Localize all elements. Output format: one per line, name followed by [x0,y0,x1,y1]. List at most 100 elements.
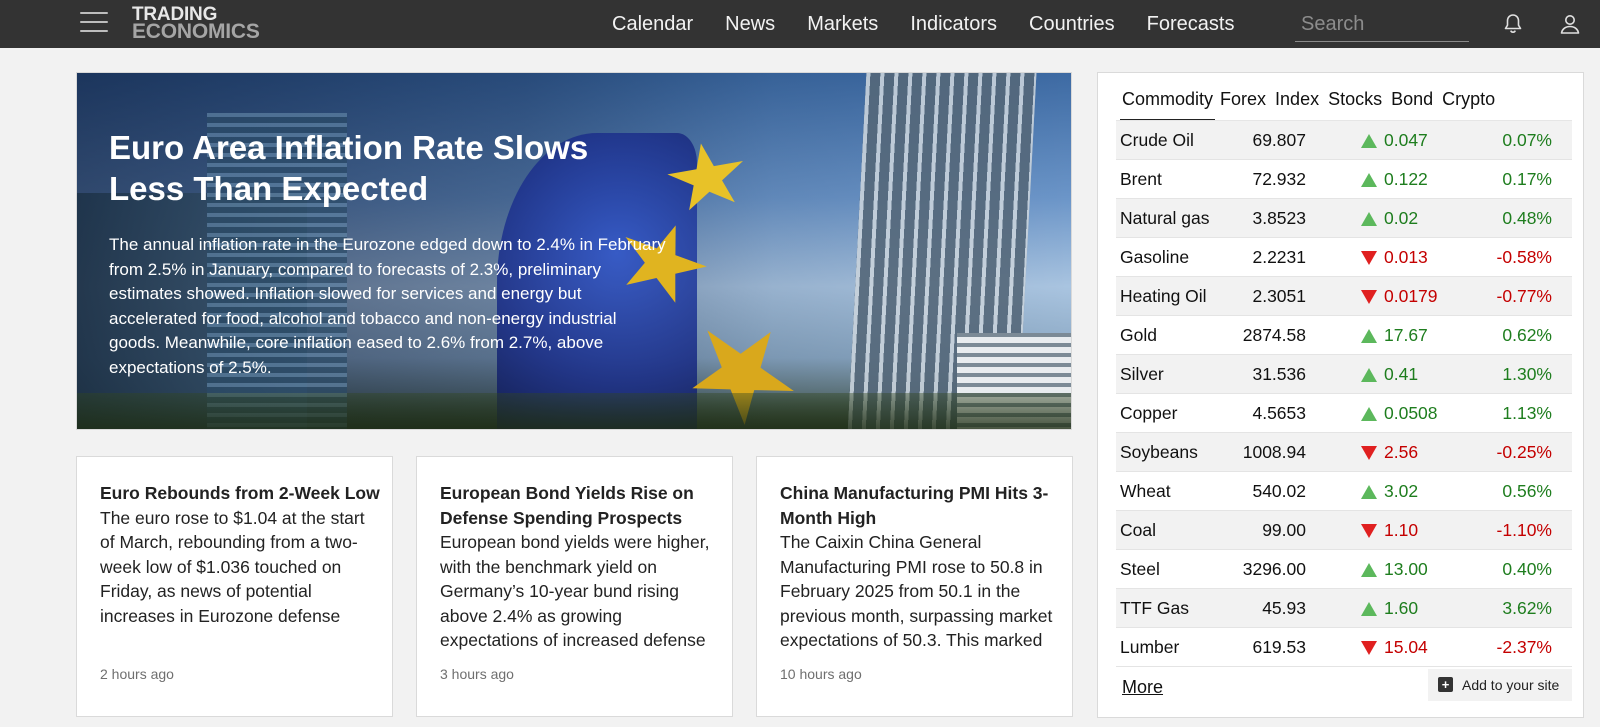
market-row-name[interactable]: Soybeans [1120,433,1198,472]
market-row-name[interactable]: Steel [1120,550,1160,589]
market-row-name[interactable]: TTF Gas [1120,589,1189,628]
menu-icon[interactable] [80,11,108,33]
up-arrow-icon [1361,407,1377,421]
site-logo[interactable]: TRADING ECONOMICS [132,5,272,42]
tab-bond[interactable]: Bond [1387,87,1437,121]
tab-forex[interactable]: Forex [1216,87,1270,121]
market-row-price: 45.93 [1262,598,1306,618]
market-row[interactable]: Lumber 619.53 15.04 -2.37% [1116,628,1572,667]
market-row[interactable]: TTF Gas 45.93 1.60 3.62% [1116,589,1572,628]
market-row[interactable]: Copper 4.5653 0.0508 1.13% [1116,394,1572,433]
market-row-name[interactable]: Natural gas [1120,199,1210,238]
market-row-change: 17.67 [1384,325,1428,345]
up-arrow-icon [1361,212,1377,226]
market-row-name[interactable]: Lumber [1120,628,1179,667]
market-row-price: 2874.58 [1242,325,1306,345]
market-row-change: 2.56 [1384,442,1419,462]
search-input[interactable] [1295,8,1469,42]
market-row-percent: 1.13% [1502,403,1552,423]
market-row-price: 3296.00 [1242,559,1306,579]
market-row-price: 2.3051 [1252,286,1306,306]
nav-markets[interactable]: Markets [791,0,894,48]
market-row-percent: 0.62% [1502,325,1552,345]
news-card[interactable]: Euro Rebounds from 2-Week Low The euro r… [76,456,393,717]
news-card-title[interactable]: European Bond Yields Rise on Defense Spe… [440,481,720,530]
tab-index[interactable]: Index [1271,87,1323,121]
up-arrow-icon [1361,602,1377,616]
tab-commodity[interactable]: Commodity [1120,87,1216,121]
hero-image-trees [77,393,1071,429]
market-row[interactable]: Gold 2874.58 17.67 0.62% [1116,316,1572,355]
market-row[interactable]: Natural gas 3.8523 0.02 0.48% [1116,199,1572,238]
market-row-percent: 0.07% [1502,130,1552,150]
market-row-price: 99.00 [1262,520,1306,540]
hero-title[interactable]: Euro Area Inflation Rate Slows Less Than… [109,127,669,209]
market-row-percent: 0.17% [1502,169,1552,189]
market-row[interactable]: Soybeans 1008.94 2.56 -0.25% [1116,433,1572,472]
market-row-name[interactable]: Gold [1120,316,1157,355]
up-arrow-icon [1361,368,1377,382]
top-navbar: TRADING ECONOMICS Calendar News Markets … [0,0,1600,48]
market-row-percent: -0.77% [1496,286,1552,306]
market-row-change: 15.04 [1384,637,1428,657]
tab-crypto[interactable]: Crypto [1438,87,1499,121]
nav-calendar[interactable]: Calendar [596,0,709,48]
market-row-change: 13.00 [1384,559,1428,579]
market-row[interactable]: Brent 72.932 0.122 0.17% [1116,160,1572,199]
commodity-table: Crude Oil 69.807 0.047 0.07% Brent 72.932 0.12… [1116,121,1572,667]
news-card[interactable]: European Bond Yields Rise on Defense Spe… [416,456,733,717]
market-row-name[interactable]: Brent [1120,160,1162,199]
market-tabs: Commodity Forex Index Stocks Bond Crypto [1120,87,1500,123]
down-arrow-icon [1361,641,1377,655]
market-row-name[interactable]: Wheat [1120,472,1171,511]
news-card-title[interactable]: China Manufacturing PMI Hits 3-Month Hig… [780,481,1060,530]
down-arrow-icon [1361,524,1377,538]
market-row-change: 0.047 [1384,130,1428,150]
news-card[interactable]: China Manufacturing PMI Hits 3-Month Hig… [756,456,1073,717]
market-row-price: 31.536 [1252,364,1306,384]
market-row[interactable]: Crude Oil 69.807 0.047 0.07% [1116,121,1572,160]
market-row-percent: 1.30% [1502,364,1552,384]
up-arrow-icon [1361,563,1377,577]
market-row[interactable]: Silver 31.536 0.41 1.30% [1116,355,1572,394]
market-row-percent: 0.40% [1502,559,1552,579]
down-arrow-icon [1361,446,1377,460]
market-row[interactable]: Gasoline 2.2231 0.013 -0.58% [1116,238,1572,277]
market-row-name[interactable]: Crude Oil [1120,121,1194,160]
up-arrow-icon [1361,329,1377,343]
market-row-price: 2.2231 [1252,247,1306,267]
tab-stocks[interactable]: Stocks [1324,87,1386,121]
hero-story[interactable]: Euro Area Inflation Rate Slows Less Than… [76,72,1072,430]
market-row-name[interactable]: Gasoline [1120,238,1189,277]
news-card-text: The euro rose to $1.04 at the start of M… [100,507,365,626]
nav-indicators[interactable]: Indicators [894,0,1013,48]
user-icon[interactable] [1558,12,1582,36]
nav-forecasts[interactable]: Forecasts [1131,0,1251,48]
market-row-change: 1.60 [1384,598,1419,618]
market-row-percent: -0.58% [1496,247,1552,267]
market-row-name[interactable]: Heating Oil [1120,277,1207,316]
bell-icon[interactable] [1501,12,1525,36]
market-row[interactable]: Wheat 540.02 3.02 0.56% [1116,472,1572,511]
nav-news[interactable]: News [709,0,791,48]
market-row-change: 1.10 [1384,520,1419,540]
market-row-price: 619.53 [1252,637,1306,657]
down-arrow-icon [1361,251,1377,265]
market-row[interactable]: Steel 3296.00 13.00 0.40% [1116,550,1572,589]
market-row-percent: 0.48% [1502,208,1552,228]
market-row-percent: -1.10% [1496,520,1552,540]
up-arrow-icon [1361,134,1377,148]
nav-countries[interactable]: Countries [1013,0,1131,48]
market-row-price: 72.932 [1252,169,1306,189]
market-row-name[interactable]: Coal [1120,511,1156,550]
news-card-title[interactable]: Euro Rebounds from 2-Week Low [100,481,380,506]
market-row[interactable]: Coal 99.00 1.10 -1.10% [1116,511,1572,550]
down-arrow-icon [1361,290,1377,304]
market-row-name[interactable]: Copper [1120,394,1177,433]
market-row-change: 0.02 [1384,208,1419,228]
more-link[interactable]: More [1122,677,1163,698]
market-row-name[interactable]: Silver [1120,355,1164,394]
add-to-site-button[interactable]: + Add to your site [1428,669,1572,701]
market-row[interactable]: Heating Oil 2.3051 0.0179 -0.77% [1116,277,1572,316]
market-row-percent: -0.25% [1496,442,1552,462]
